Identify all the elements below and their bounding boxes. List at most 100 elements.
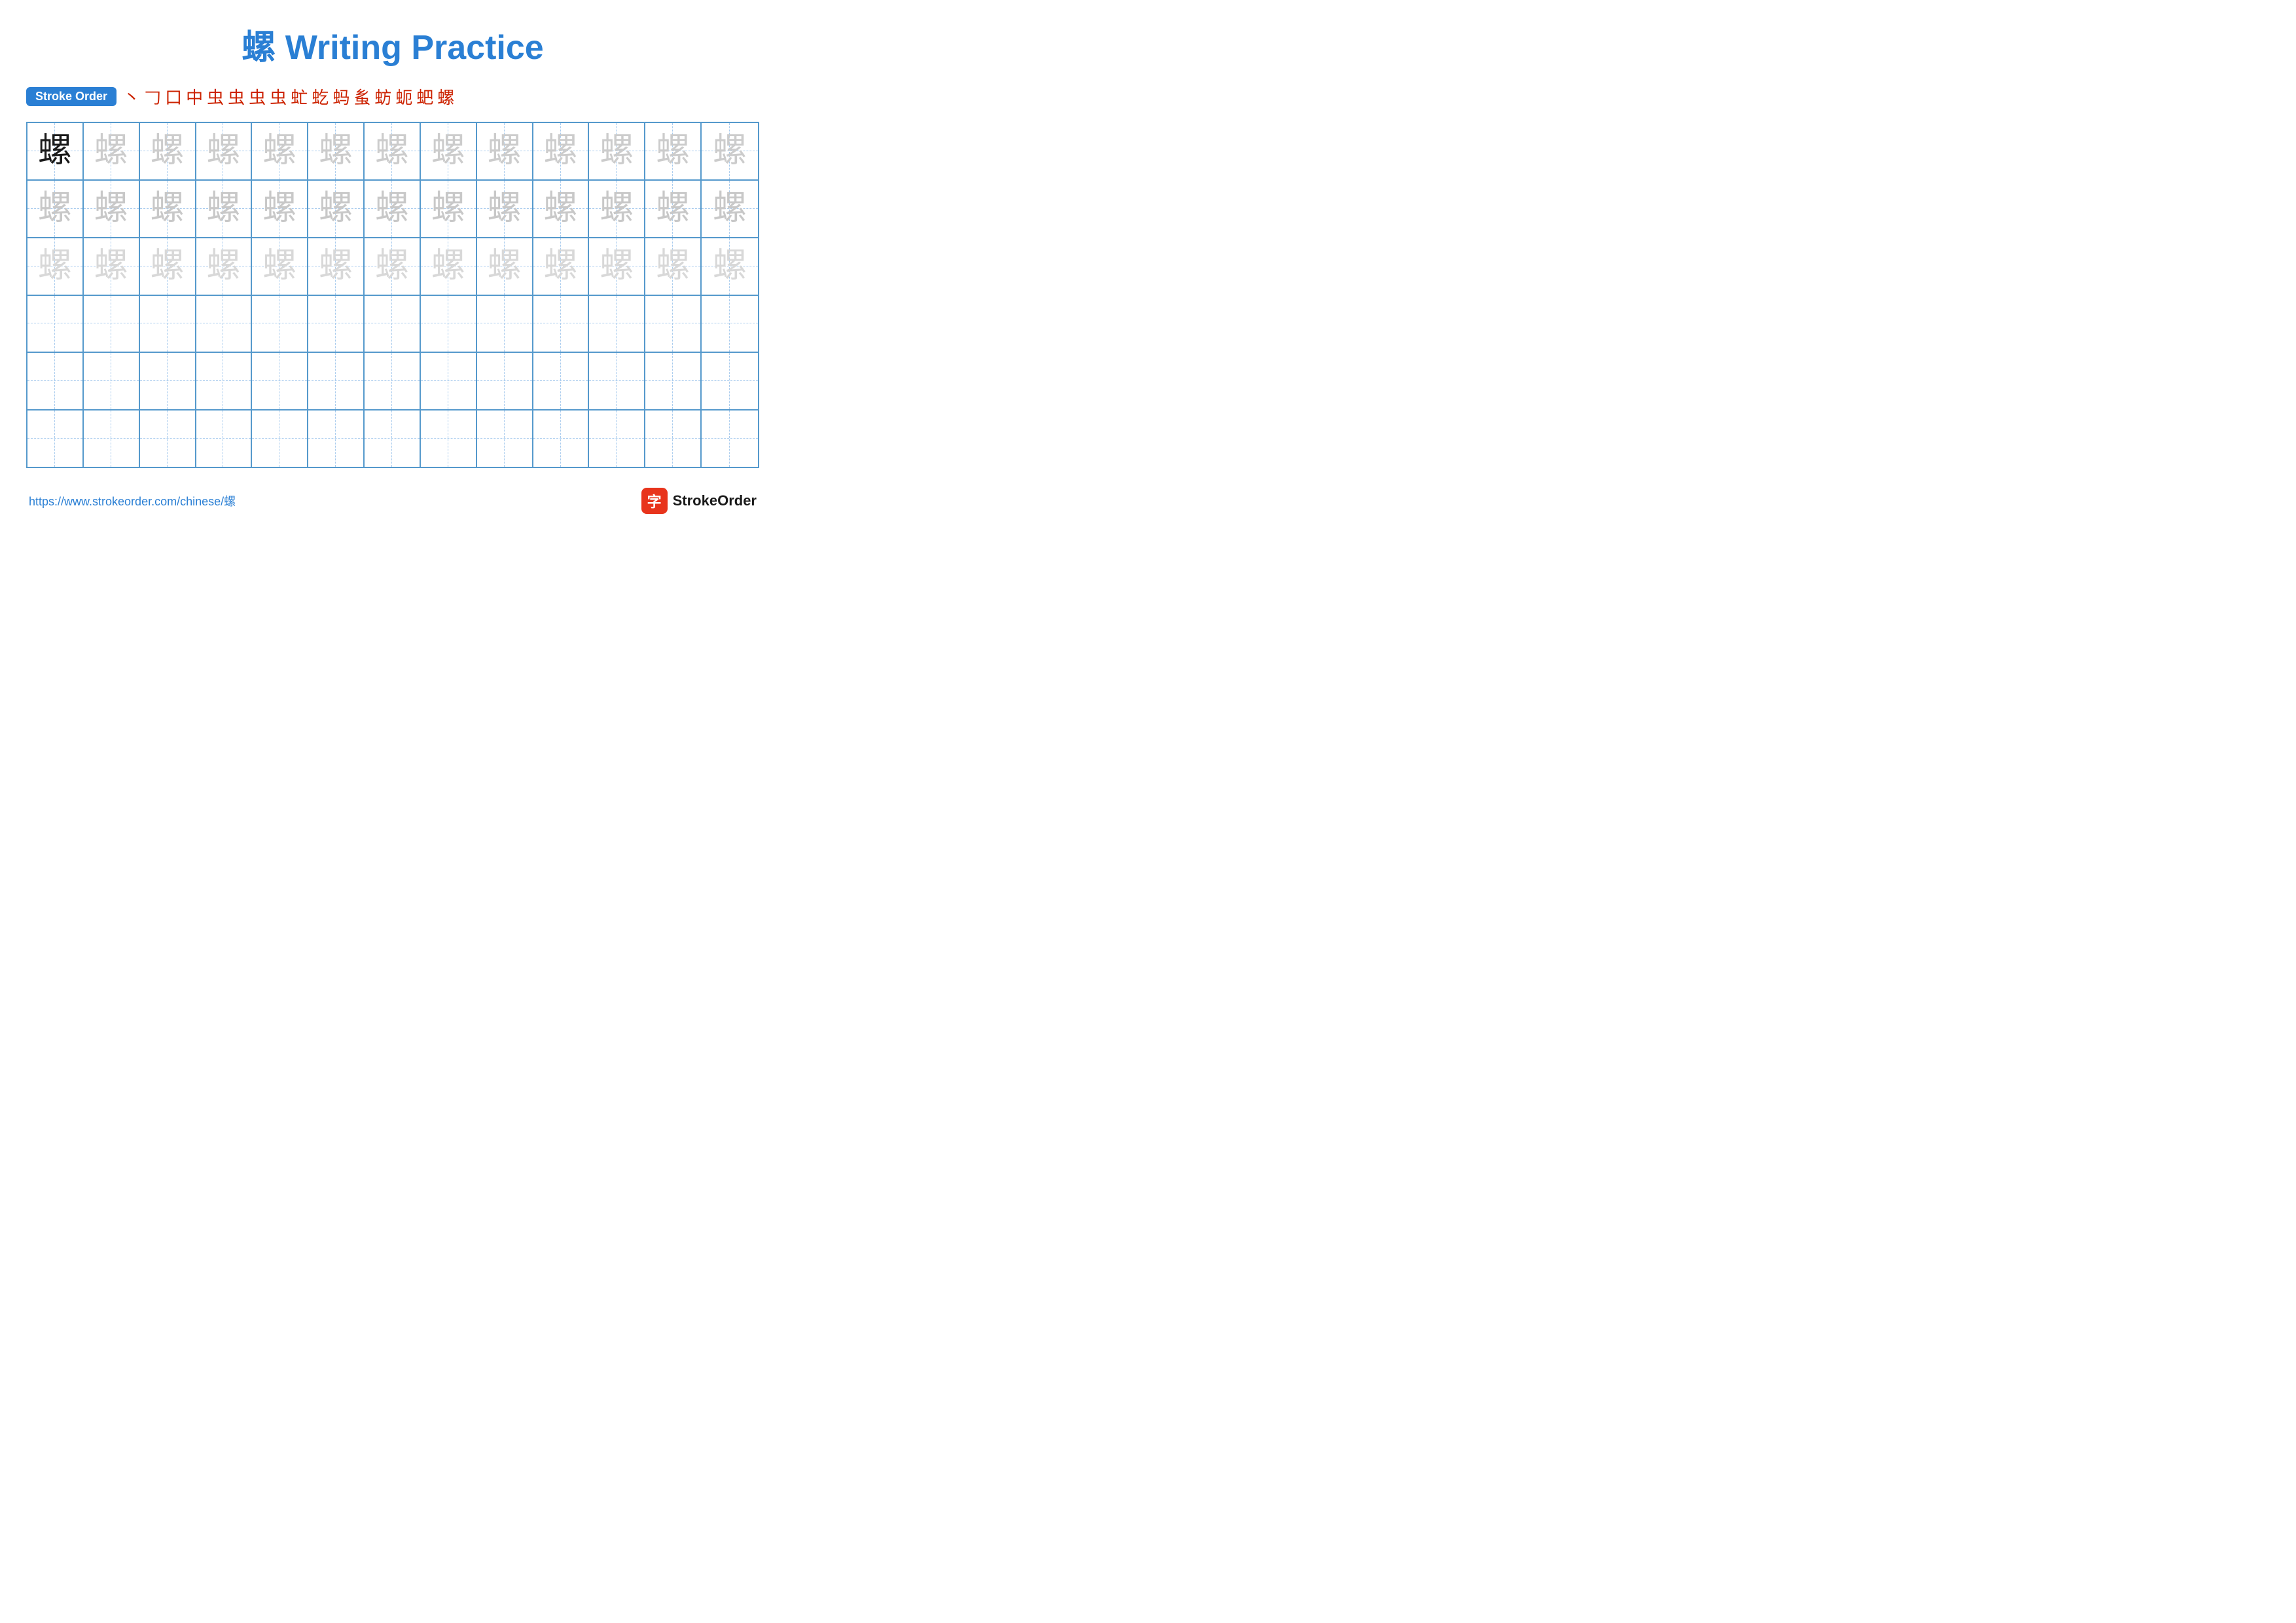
cell-char-2-5: 螺	[319, 249, 353, 283]
grid-cell-1-2: 螺	[140, 181, 196, 237]
grid-cell-3-12	[702, 296, 758, 352]
cell-char-2-12: 螺	[713, 249, 747, 283]
grid-cell-0-12: 螺	[702, 123, 758, 179]
cell-char-0-2: 螺	[151, 134, 185, 168]
stroke-order-badge: Stroke Order	[26, 87, 117, 106]
stroke-char-5: 虫	[228, 84, 245, 109]
stroke-char-13: 蚅	[395, 84, 412, 109]
grid-row-4	[27, 353, 758, 410]
grid-cell-0-9: 螺	[533, 123, 590, 179]
cell-char-0-1: 螺	[94, 134, 128, 168]
grid-cell-0-0: 螺	[27, 123, 84, 179]
grid-cell-4-0	[27, 353, 84, 409]
grid-cell-4-8	[477, 353, 533, 409]
cell-char-2-7: 螺	[431, 249, 465, 283]
grid-cell-2-2: 螺	[140, 238, 196, 295]
brand-name: StrokeOrder	[673, 492, 757, 509]
grid-cell-3-11	[645, 296, 702, 352]
grid-row-5	[27, 410, 758, 467]
cell-char-1-0: 螺	[38, 192, 72, 226]
page-title: 螺 Writing Practice	[26, 20, 759, 69]
cell-char-1-5: 螺	[319, 192, 353, 226]
cell-char-2-8: 螺	[488, 249, 522, 283]
grid-cell-0-4: 螺	[252, 123, 308, 179]
grid-cell-3-1	[84, 296, 140, 352]
cell-char-0-0: 螺	[38, 134, 72, 168]
stroke-char-9: 虼	[312, 84, 329, 109]
cell-char-2-4: 螺	[262, 249, 296, 283]
grid-cell-4-2	[140, 353, 196, 409]
grid-cell-2-0: 螺	[27, 238, 84, 295]
grid-cell-5-1	[84, 410, 140, 467]
grid-cell-3-4	[252, 296, 308, 352]
stroke-char-4: 虫	[207, 84, 224, 109]
cell-char-2-10: 螺	[600, 249, 634, 283]
cell-char-0-4: 螺	[262, 134, 296, 168]
grid-cell-2-10: 螺	[589, 238, 645, 295]
footer: https://www.strokeorder.com/chinese/螺 字 …	[26, 488, 759, 514]
grid-cell-0-8: 螺	[477, 123, 533, 179]
cell-char-2-3: 螺	[206, 249, 240, 283]
grid-cell-2-3: 螺	[196, 238, 253, 295]
grid-cell-3-5	[308, 296, 365, 352]
grid-cell-2-9: 螺	[533, 238, 590, 295]
grid-cell-1-4: 螺	[252, 181, 308, 237]
cell-char-0-7: 螺	[431, 134, 465, 168]
cell-char-1-12: 螺	[713, 192, 747, 226]
cell-char-1-4: 螺	[262, 192, 296, 226]
grid-cell-5-12	[702, 410, 758, 467]
grid-cell-3-10	[589, 296, 645, 352]
grid-cell-4-4	[252, 353, 308, 409]
footer-url[interactable]: https://www.strokeorder.com/chinese/螺	[29, 492, 236, 509]
stroke-char-14: 蚆	[416, 84, 433, 109]
footer-brand: 字 StrokeOrder	[641, 488, 757, 514]
grid-cell-4-11	[645, 353, 702, 409]
grid-cell-5-4	[252, 410, 308, 467]
stroke-char-1: 𠃌	[144, 84, 161, 109]
grid-cell-5-7	[421, 410, 477, 467]
stroke-char-0: 丶	[123, 84, 140, 109]
stroke-char-8: 虻	[291, 84, 308, 109]
grid-cell-4-6	[365, 353, 421, 409]
grid-cell-1-1: 螺	[84, 181, 140, 237]
cell-char-0-5: 螺	[319, 134, 353, 168]
grid-cell-3-0	[27, 296, 84, 352]
grid-cell-0-11: 螺	[645, 123, 702, 179]
grid-cell-0-5: 螺	[308, 123, 365, 179]
grid-cell-2-12: 螺	[702, 238, 758, 295]
grid-row-3	[27, 296, 758, 354]
cell-char-1-7: 螺	[431, 192, 465, 226]
stroke-char-11: 蚃	[353, 84, 370, 109]
cell-char-1-11: 螺	[656, 192, 690, 226]
cell-char-2-6: 螺	[375, 249, 409, 283]
grid-cell-4-9	[533, 353, 590, 409]
cell-char-1-8: 螺	[488, 192, 522, 226]
grid-cell-0-7: 螺	[421, 123, 477, 179]
grid-cell-1-5: 螺	[308, 181, 365, 237]
grid-cell-5-9	[533, 410, 590, 467]
brand-icon: 字	[641, 488, 668, 514]
grid-cell-3-3	[196, 296, 253, 352]
stroke-char-10: 蚂	[332, 84, 350, 109]
grid-cell-5-8	[477, 410, 533, 467]
title-char: 螺	[242, 29, 276, 67]
grid-cell-4-5	[308, 353, 365, 409]
title-suffix: Writing Practice	[276, 29, 543, 67]
grid-cell-4-10	[589, 353, 645, 409]
stroke-char-12: 蚄	[374, 84, 391, 109]
grid-cell-4-1	[84, 353, 140, 409]
cell-char-2-11: 螺	[656, 249, 690, 283]
grid-cell-5-10	[589, 410, 645, 467]
grid-cell-1-11: 螺	[645, 181, 702, 237]
grid-cell-5-3	[196, 410, 253, 467]
grid-row-0: 螺螺螺螺螺螺螺螺螺螺螺螺螺	[27, 123, 758, 181]
grid-cell-1-6: 螺	[365, 181, 421, 237]
grid-cell-0-6: 螺	[365, 123, 421, 179]
stroke-chars-container: 丶𠃌口中虫虫虫虫虻虼蚂蚃蚄蚅蚆螺	[123, 84, 454, 109]
stroke-char-7: 虫	[270, 84, 287, 109]
cell-char-0-10: 螺	[600, 134, 634, 168]
cell-char-1-2: 螺	[151, 192, 185, 226]
grid-cell-2-6: 螺	[365, 238, 421, 295]
stroke-char-15: 螺	[437, 84, 454, 109]
grid-cell-1-12: 螺	[702, 181, 758, 237]
